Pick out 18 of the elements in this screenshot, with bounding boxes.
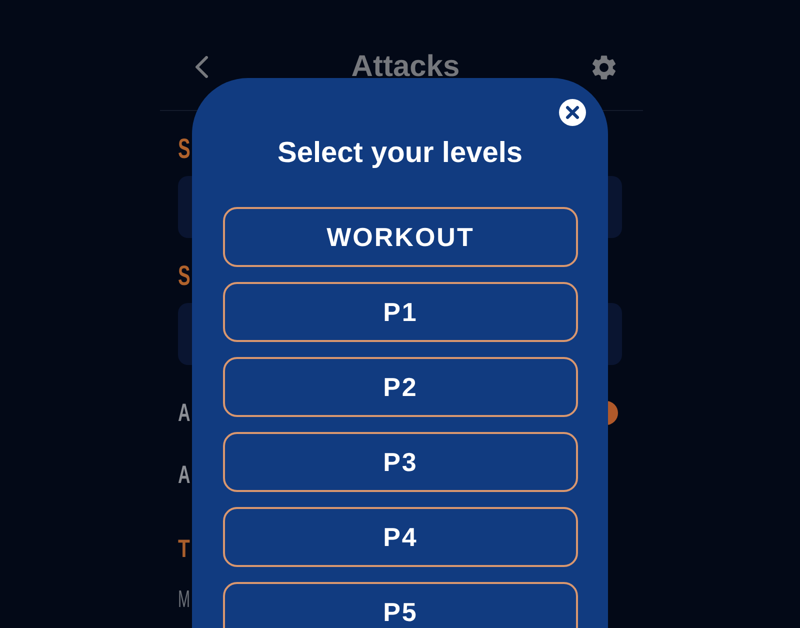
level-option-button[interactable]: P3 [223, 432, 578, 492]
level-option-button[interactable]: P4 [223, 507, 578, 567]
setting-label: A [178, 398, 190, 428]
setting-label: A [178, 460, 190, 490]
section-label: S [178, 260, 190, 292]
modal-title: Select your levels [276, 136, 524, 170]
level-option-button[interactable]: WORKOUT [223, 207, 578, 267]
level-option-button[interactable]: P1 [223, 282, 578, 342]
level-option-button[interactable]: P2 [223, 357, 578, 417]
toggle-knob[interactable] [608, 401, 618, 425]
body-text: M [178, 586, 190, 614]
level-option-button[interactable]: P5 [223, 582, 578, 628]
section-heading: T [178, 534, 190, 564]
screen-title: Attacks [351, 50, 460, 84]
back-icon[interactable] [195, 56, 208, 78]
settings-icon[interactable] [592, 54, 616, 80]
section-label: S [178, 133, 190, 165]
close-icon[interactable] [559, 99, 586, 126]
